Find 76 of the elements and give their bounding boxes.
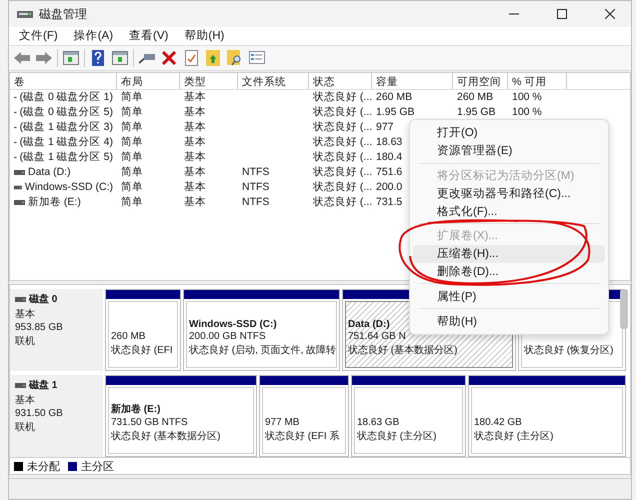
table-cell: 基本 — [184, 120, 206, 134]
table-cell: 简单 — [121, 150, 143, 164]
table-cell: 状态良好 (... — [313, 165, 372, 180]
table-cell: 18.63 — [376, 136, 402, 148]
table-cell: Data (D:) — [28, 166, 71, 178]
table-cell: 新加卷 (E:) — [28, 195, 81, 210]
disk-status: 联机 — [15, 420, 36, 434]
table-cell: 简单 — [121, 195, 143, 210]
table-cell: NTFS — [242, 196, 270, 208]
table-cell: 基本 — [184, 195, 206, 210]
table-cell: 状态良好 (... — [313, 120, 372, 134]
partition-status: 状态良好 (主分区) — [357, 430, 436, 444]
table-cell: 简单 — [121, 120, 143, 134]
table-cell: 260 MB — [457, 91, 494, 104]
partition-status: 状态良好 (EFI 系 — [265, 430, 340, 444]
table-cell: 180.4 — [376, 151, 402, 164]
legend-label: 主分区 — [81, 460, 114, 474]
table-cell: 200.0 — [376, 181, 402, 194]
table-cell: 状态良好 (... — [313, 150, 372, 164]
partition-status: 状态良好 (主分区) — [474, 430, 554, 444]
table-cell: 状态良好 (... — [313, 105, 372, 120]
table-cell: 基本 — [184, 180, 206, 194]
table-cell: 简单 — [121, 180, 143, 194]
legend-label: 未分配 — [27, 460, 60, 474]
table-cell: 基本 — [184, 105, 206, 120]
partition-title: 新加卷 (E:) — [111, 402, 160, 416]
table-cell: 1.95 GB — [376, 106, 415, 118]
table-cell: 状态良好 (... — [313, 90, 372, 104]
table-cell: 基本 — [184, 165, 206, 180]
table-cell: Windows-SSD (C:) — [24, 181, 113, 194]
disk-size: 931.50 GB — [15, 408, 64, 420]
table-cell: 1.95 GB — [457, 106, 496, 118]
table-cell: 简单 — [121, 105, 143, 120]
table-cell: 100 % — [512, 106, 542, 118]
partition-size: 751.64 GB N — [348, 331, 406, 342]
table-cell: 基本 — [184, 135, 206, 150]
partition-status: 状态良好 (恢复分区) — [524, 344, 614, 358]
table-cell: 简单 — [121, 90, 143, 104]
partition-size: 977 MB — [265, 417, 300, 428]
table-cell: NTFS — [242, 181, 270, 194]
table-cell: 977 — [376, 121, 394, 134]
table-cell: NTFS — [242, 166, 270, 178]
partition-status: 状态良好 (基本数据分区) — [111, 430, 220, 444]
partition-status: 状态良好 (基本数据分区) — [348, 344, 458, 358]
table-cell: (磁盘 1 磁盘分区 5) — [20, 150, 113, 164]
table-cell: 简单 — [121, 165, 143, 180]
table-cell: (磁盘 0 磁盘分区 1) — [20, 90, 113, 104]
partition-status: 状态良好 (EFI — [111, 344, 173, 358]
table-cell: 751.6 — [376, 166, 402, 178]
table-cell: 状态良好 (... — [313, 180, 372, 194]
table-cell: (磁盘 1 磁盘分区 3) — [20, 120, 113, 134]
partition-size: 18.63 GB — [357, 417, 400, 428]
table-cell: (磁盘 1 磁盘分区 4) — [20, 135, 113, 150]
table-cell: 731.5 — [376, 196, 402, 208]
table-cell: 基本 — [184, 150, 206, 164]
disk-name: 磁盘 1 — [29, 378, 58, 392]
partition-size: 180.42 GB — [474, 417, 522, 428]
table-cell: 状态良好 (... — [313, 135, 372, 150]
partition-size: 200.00 GB NTFS — [189, 331, 266, 342]
partition-status: 状态良好 (启动, 页面文件, 故障转 — [189, 344, 336, 358]
disk-name: 磁盘 0 — [29, 292, 58, 306]
partition-size: 260 MB — [111, 331, 146, 342]
partition-title: Windows-SSD (C:) — [189, 319, 277, 330]
table-cell: 简单 — [121, 135, 143, 150]
window-title: 磁盘管理 — [39, 6, 88, 22]
disk-status: 联机 — [15, 334, 36, 348]
partition-title: Data (D:) — [348, 319, 390, 330]
table-cell: (磁盘 0 磁盘分区 5) — [20, 105, 113, 120]
disk-type: 基本 — [15, 394, 36, 408]
table-cell: 260 MB — [376, 91, 412, 104]
disk-size: 953.85 GB — [15, 322, 64, 334]
partition-size: 731.50 GB NTFS — [111, 417, 188, 428]
disk-type: 基本 — [15, 308, 36, 322]
table-cell: 100 % — [512, 91, 542, 104]
table-cell: 状态良好 (... — [313, 195, 372, 210]
table-cell: 基本 — [184, 90, 206, 104]
